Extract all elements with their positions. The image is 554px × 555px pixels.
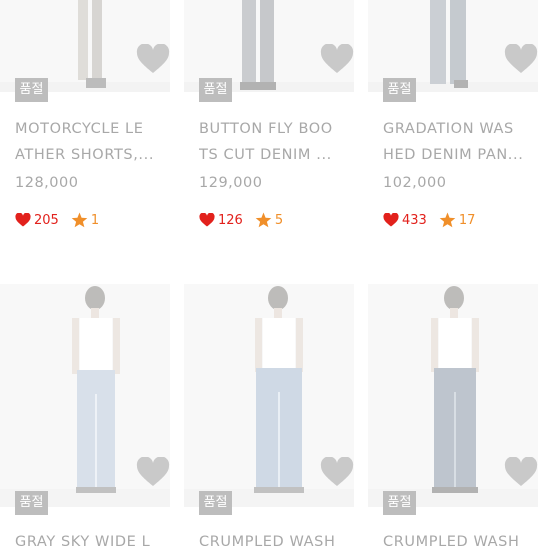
sold-out-badge: 품절 xyxy=(383,491,416,515)
product-price: 128,000 xyxy=(15,175,79,191)
product-card[interactable]: 품절 BUTTON FLY BOO TS CUT DENIM ... 129,0… xyxy=(184,0,354,250)
product-title-line1[interactable]: CRUMPLED WASH xyxy=(383,529,548,555)
sold-out-badge: 품절 xyxy=(15,491,48,515)
product-title-line2[interactable]: TS CUT DENIM ... xyxy=(199,142,364,168)
rating-count: 17 xyxy=(458,212,476,228)
wishlist-heart-icon[interactable] xyxy=(320,456,354,487)
product-card[interactable]: 품절 CRUMPLED WASH xyxy=(368,284,538,554)
product-price: 102,000 xyxy=(383,175,447,191)
product-title-line2[interactable]: HED DENIM PAN... xyxy=(383,142,548,168)
product-card[interactable]: 품절 GRADATION WAS HED DENIM PAN... 102,00… xyxy=(368,0,538,250)
product-card[interactable]: 품절 MOTORCYCLE LE ATHER SHORTS,... 128,00… xyxy=(0,0,170,250)
product-price: 129,000 xyxy=(199,175,263,191)
product-grid: 품절 MOTORCYCLE LE ATHER SHORTS,... 128,00… xyxy=(0,0,554,554)
likes-count: 126 xyxy=(218,212,243,228)
sold-out-badge: 품절 xyxy=(15,78,48,102)
product-stats: 126 5 xyxy=(199,211,283,229)
heart-icon xyxy=(199,213,215,227)
wishlist-heart-icon[interactable] xyxy=(320,43,354,74)
product-title-line1[interactable]: GRAY SKY WIDE L xyxy=(15,529,180,555)
sold-out-badge: 품절 xyxy=(383,78,416,102)
likes-count: 433 xyxy=(402,212,427,228)
product-card[interactable]: 품절 GRAY SKY WIDE L xyxy=(0,284,170,554)
product-stats: 205 1 xyxy=(15,211,99,229)
wishlist-heart-icon[interactable] xyxy=(136,43,170,74)
star-icon xyxy=(439,212,456,228)
product-title-line1[interactable]: CRUMPLED WASH xyxy=(199,529,364,555)
heart-icon xyxy=(15,213,31,227)
product-title-line2[interactable]: ATHER SHORTS,... xyxy=(15,142,180,168)
product-stats: 433 17 xyxy=(383,211,475,229)
wishlist-heart-icon[interactable] xyxy=(136,456,170,487)
product-title-line1[interactable]: MOTORCYCLE LE xyxy=(15,116,180,142)
likes-count: 205 xyxy=(34,212,59,228)
rating-count: 5 xyxy=(274,212,284,228)
heart-icon xyxy=(383,213,399,227)
product-title-line1[interactable]: BUTTON FLY BOO xyxy=(199,116,364,142)
wishlist-heart-icon[interactable] xyxy=(504,43,538,74)
wishlist-heart-icon[interactable] xyxy=(504,456,538,487)
product-card[interactable]: 품절 CRUMPLED WASH xyxy=(184,284,354,554)
product-title-line1[interactable]: GRADATION WAS xyxy=(383,116,548,142)
star-icon xyxy=(255,212,272,228)
sold-out-badge: 품절 xyxy=(199,78,232,102)
rating-count: 1 xyxy=(90,212,100,228)
star-icon xyxy=(71,212,88,228)
sold-out-badge: 품절 xyxy=(199,491,232,515)
